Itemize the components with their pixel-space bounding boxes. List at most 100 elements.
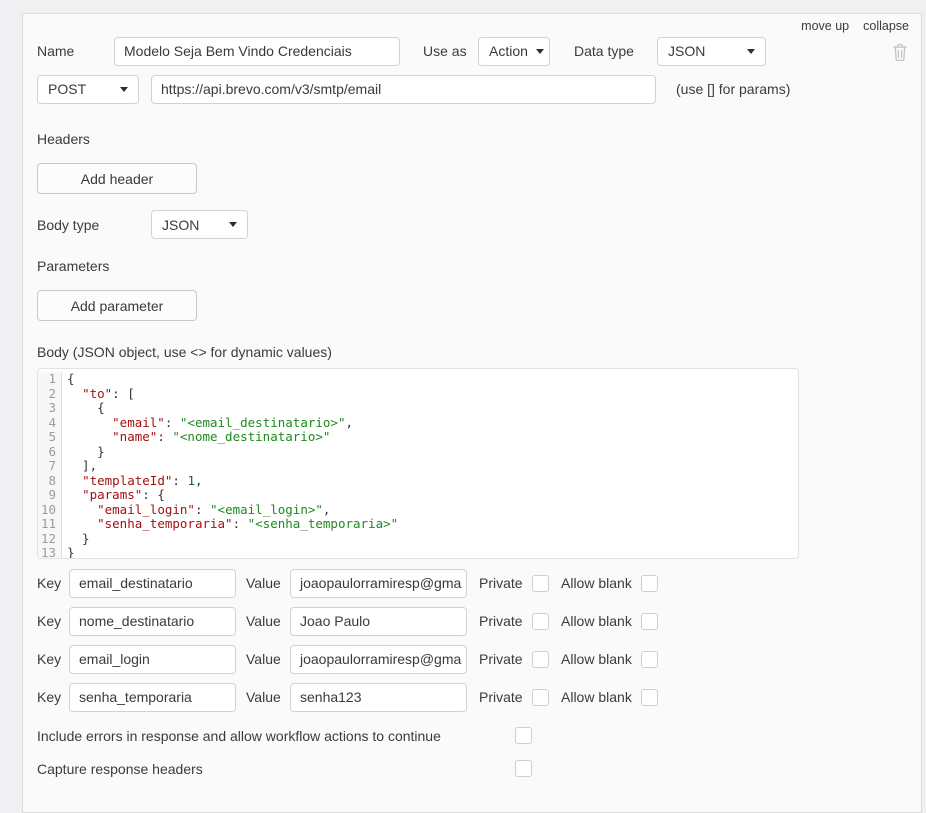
- name-label: Name: [37, 43, 75, 59]
- line-number: 9: [38, 487, 62, 503]
- param-value-input[interactable]: Joao Paulo: [290, 607, 467, 636]
- param-key-input[interactable]: email_login: [69, 645, 236, 674]
- http-method-value: POST: [48, 81, 87, 97]
- param-key-input[interactable]: senha_temporaria: [69, 683, 236, 712]
- parameter-row: Key email_login Value joaopaulorramiresp…: [23, 645, 921, 674]
- parameter-row: Key nome_destinatario Value Joao Paulo P…: [23, 607, 921, 636]
- chevron-down-icon: [535, 49, 544, 54]
- private-checkbox[interactable]: [532, 689, 549, 706]
- body-type-value: JSON: [162, 216, 200, 233]
- parameters-label: Parameters: [37, 258, 110, 274]
- key-label: Key: [37, 651, 62, 667]
- line-number: 10: [38, 502, 62, 517]
- api-call-panel: move up collapse Name Modelo Seja Bem Vin…: [22, 13, 922, 813]
- body-label: Body (JSON object, use <> for dynamic va…: [37, 344, 332, 360]
- body-type-select[interactable]: JSON: [151, 210, 248, 239]
- param-value-input[interactable]: joaopaulorramiresp@gma: [290, 645, 467, 674]
- parameter-row: Key senha_temporaria Value senha123 Priv…: [23, 683, 921, 712]
- data-type-value: JSON: [668, 43, 706, 59]
- request-row: POST https://api.brevo.com/v3/smtp/email…: [23, 75, 921, 104]
- private-checkbox[interactable]: [532, 613, 549, 630]
- param-value-input[interactable]: joaopaulorramiresp@gma: [290, 569, 467, 598]
- panel-actions: move up collapse: [801, 19, 909, 33]
- use-as-value: Action: [489, 43, 528, 59]
- code-text: {: [67, 371, 75, 386]
- parameter-row: Key email_destinatario Value joaopaulorr…: [23, 569, 921, 598]
- code-line: 13 }: [38, 545, 798, 559]
- capture-headers-label: Capture response headers: [37, 761, 203, 777]
- value-label: Value: [246, 651, 281, 667]
- line-number: 5: [38, 429, 62, 445]
- allow-blank-label: Allow blank: [561, 575, 632, 591]
- code-text: ],: [67, 458, 98, 473]
- param-key-input[interactable]: nome_destinatario: [69, 607, 236, 636]
- json-body-editor[interactable]: 1 { 2 "to": [ 3 { 4 "email": "<email_des…: [37, 368, 799, 559]
- private-checkbox[interactable]: [532, 575, 549, 592]
- code-text: "email": "<email_destinatario>",: [112, 414, 354, 430]
- key-label: Key: [37, 575, 62, 591]
- code-text: "templateId": 1,: [82, 472, 203, 488]
- code-line: 8 "templateId": 1,: [38, 472, 798, 488]
- line-number: 11: [38, 516, 62, 532]
- allow-blank-checkbox[interactable]: [641, 575, 658, 592]
- code-text: "senha_temporaria": "<senha_temporaria>": [97, 516, 399, 531]
- collapse-link[interactable]: collapse: [863, 19, 909, 33]
- line-number: 13: [38, 545, 62, 558]
- include-errors-label: Include errors in response and allow wor…: [37, 728, 441, 744]
- line-number: 8: [38, 473, 62, 488]
- allow-blank-checkbox[interactable]: [641, 613, 658, 630]
- allow-blank-checkbox[interactable]: [641, 651, 658, 668]
- line-number: 7: [38, 458, 62, 474]
- code-line: 4 "email": "<email_destinatario>",: [38, 414, 798, 430]
- chevron-down-icon: [747, 49, 755, 54]
- code-line: 6 }: [38, 443, 798, 459]
- use-as-select[interactable]: Action: [478, 37, 550, 66]
- key-label: Key: [37, 613, 62, 629]
- value-label: Value: [246, 689, 281, 705]
- line-number: 1: [38, 371, 62, 387]
- line-number: 4: [38, 415, 62, 430]
- private-checkbox[interactable]: [532, 651, 549, 668]
- call-name-input[interactable]: Modelo Seja Bem Vindo Credenciais: [114, 37, 400, 66]
- private-label: Private: [479, 689, 523, 705]
- code-text: "to": [: [82, 385, 135, 401]
- data-type-select[interactable]: JSON: [657, 37, 766, 66]
- line-number: 12: [38, 531, 62, 546]
- code-line: 2 "to": [: [38, 385, 798, 401]
- allow-blank-label: Allow blank: [561, 613, 632, 629]
- endpoint-url-input[interactable]: https://api.brevo.com/v3/smtp/email: [151, 75, 656, 104]
- add-parameter-button[interactable]: Add parameter: [37, 290, 197, 321]
- code-line: 5 "name": "<nome_destinatario>": [38, 429, 798, 445]
- move-up-link[interactable]: move up: [801, 19, 849, 33]
- params-hint: (use [] for params): [676, 81, 791, 97]
- code-text: }: [67, 530, 90, 546]
- code-line: 7 ],: [38, 458, 798, 474]
- code-line: 12 }: [38, 530, 798, 546]
- code-line: 9 "params": {: [38, 487, 798, 503]
- code-text: }: [67, 545, 75, 559]
- code-line: 3 {: [38, 400, 798, 416]
- body-type-label: Body type: [37, 217, 100, 233]
- data-type-label: Data type: [574, 43, 634, 59]
- name-row: Name Modelo Seja Bem Vindo Credenciais U…: [23, 37, 921, 66]
- code-text: "email_login": "<email_login>",: [97, 501, 331, 517]
- allow-blank-label: Allow blank: [561, 651, 632, 667]
- http-method-select[interactable]: POST: [37, 75, 139, 104]
- use-as-label: Use as: [423, 43, 467, 59]
- param-key-input[interactable]: email_destinatario: [69, 569, 236, 598]
- code-line: 11 "senha_temporaria": "<senha_temporari…: [38, 516, 798, 532]
- param-value-input[interactable]: senha123: [290, 683, 467, 712]
- code-text: "params": {: [82, 487, 165, 502]
- private-label: Private: [479, 575, 523, 591]
- value-label: Value: [246, 613, 281, 629]
- chevron-down-icon: [120, 87, 128, 92]
- value-label: Value: [246, 575, 281, 591]
- allow-blank-checkbox[interactable]: [641, 689, 658, 706]
- include-errors-checkbox[interactable]: [515, 727, 532, 744]
- code-text: "name": "<nome_destinatario>": [112, 429, 331, 444]
- capture-headers-checkbox[interactable]: [515, 760, 532, 777]
- code-text: }: [67, 443, 105, 459]
- private-label: Private: [479, 613, 523, 629]
- line-number: 6: [38, 444, 62, 459]
- add-header-button[interactable]: Add header: [37, 163, 197, 194]
